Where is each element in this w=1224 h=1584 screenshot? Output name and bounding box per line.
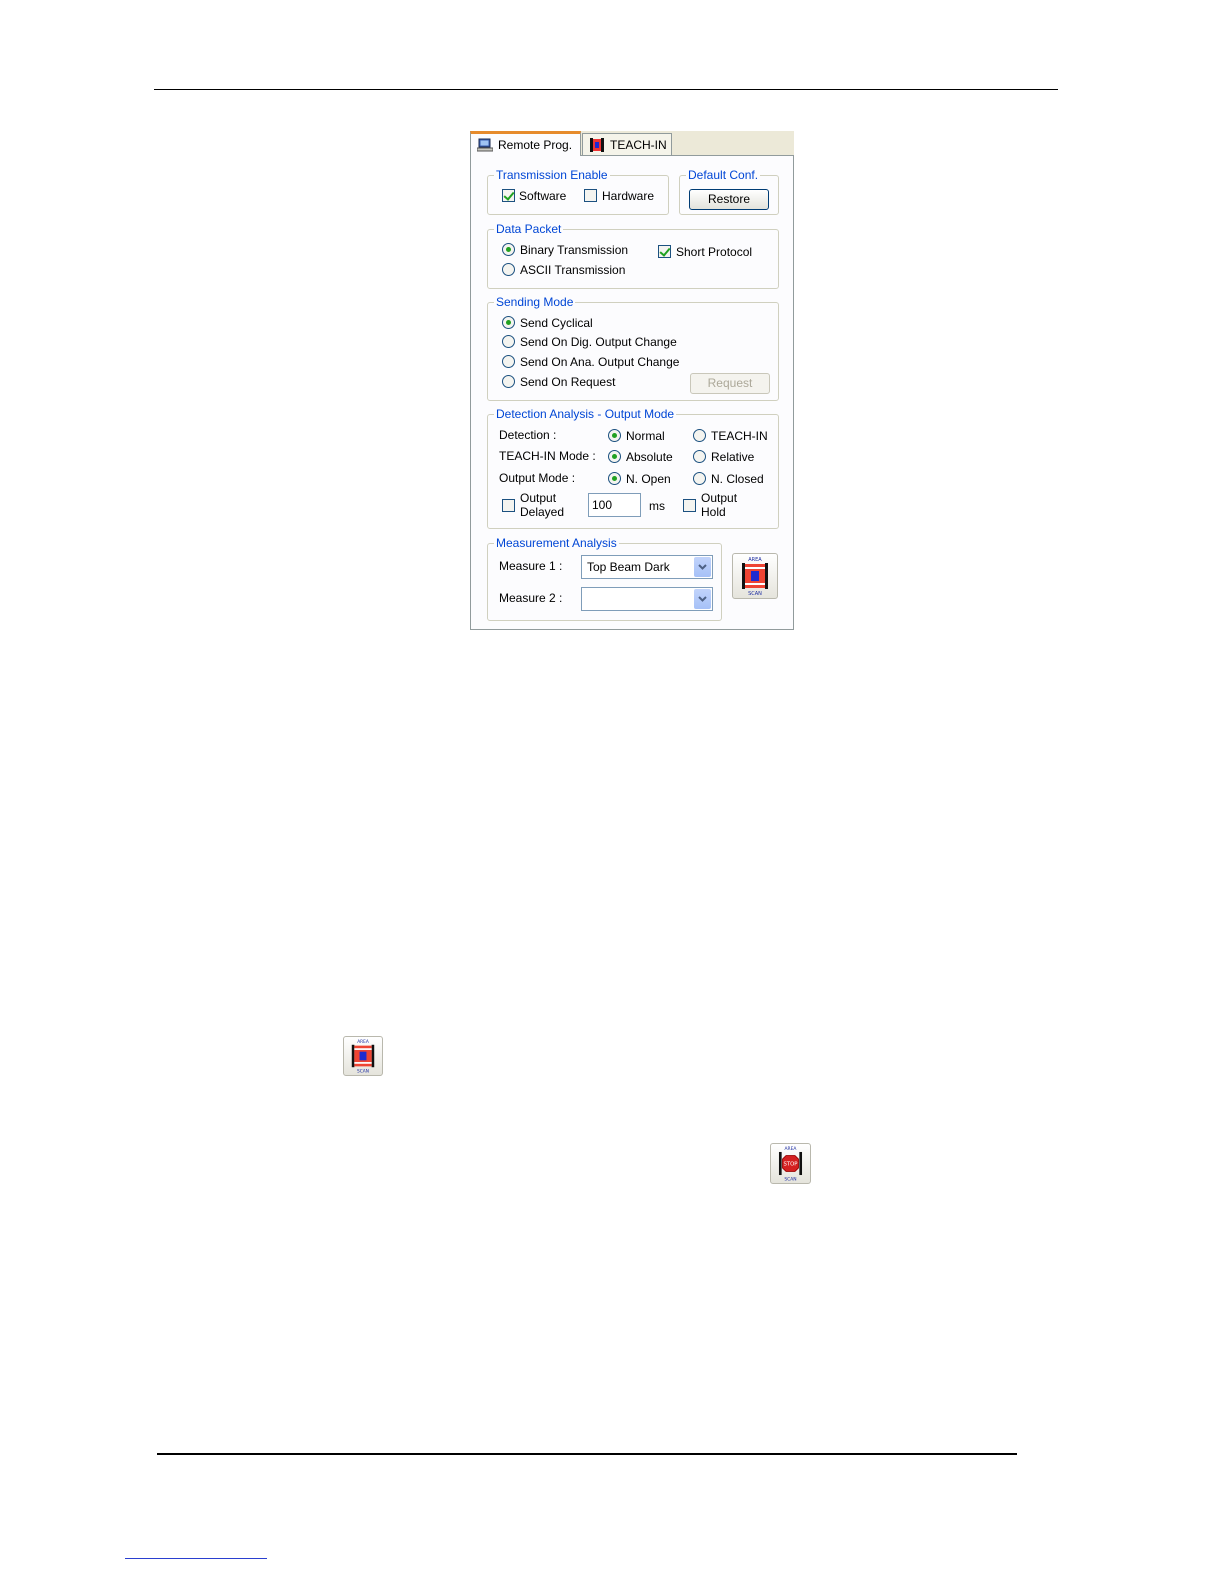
measure2-label: Measure 2 : bbox=[499, 591, 563, 605]
request-button[interactable]: Request bbox=[690, 373, 770, 394]
svg-text:SCAN: SCAN bbox=[784, 1176, 796, 1182]
detection-normal-radio[interactable] bbox=[608, 429, 621, 442]
output-closed-radio[interactable] bbox=[693, 472, 706, 485]
output-closed-label: N. Closed bbox=[711, 472, 764, 486]
send-dig-output-change-radio[interactable] bbox=[502, 335, 515, 348]
measure2-select[interactable] bbox=[581, 587, 713, 611]
svg-text:SCAN: SCAN bbox=[748, 591, 762, 597]
default-conf-title: Default Conf. bbox=[686, 167, 761, 183]
tab-remote-prog-label: Remote Prog. bbox=[498, 138, 573, 152]
measure1-value: Top Beam Dark bbox=[587, 560, 670, 574]
send-cyclical-radio[interactable] bbox=[502, 316, 515, 329]
output-hold-label-line2: Hold bbox=[701, 505, 726, 519]
measure1-label: Measure 1 : bbox=[499, 559, 563, 573]
binary-transmission-radio[interactable] bbox=[502, 243, 515, 256]
start-area-scan-button[interactable]: AREA SCAN bbox=[732, 553, 778, 599]
footer-rule bbox=[157, 1453, 1017, 1455]
detection-teachin-radio[interactable] bbox=[693, 429, 706, 442]
tab-teach-in[interactable]: TEACH-IN bbox=[582, 133, 672, 155]
output-open-label: N. Open bbox=[626, 472, 671, 486]
ascii-transmission-label: ASCII Transmission bbox=[520, 263, 626, 277]
teachin-absolute-label: Absolute bbox=[626, 450, 673, 464]
svg-text:AREA: AREA bbox=[357, 1039, 369, 1045]
hardware-checkbox[interactable] bbox=[584, 189, 597, 202]
transmission-enable-title: Transmission Enable bbox=[494, 167, 610, 183]
chevron-down-icon bbox=[694, 557, 711, 577]
measure1-select[interactable]: Top Beam Dark bbox=[581, 555, 713, 579]
tab-remote-prog[interactable]: Remote Prog. bbox=[470, 131, 581, 156]
default-conf-group: Default Conf. Restore bbox=[679, 167, 779, 215]
send-on-request-radio[interactable] bbox=[502, 375, 515, 388]
output-delayed-label-line1: Output bbox=[520, 491, 557, 505]
software-checkbox[interactable] bbox=[502, 189, 515, 202]
detection-teachin-label: TEACH-IN bbox=[711, 429, 768, 443]
transmission-enable-group: Transmission Enable Software Hardware bbox=[487, 167, 669, 215]
restore-button[interactable]: Restore bbox=[689, 189, 769, 210]
chevron-down-icon bbox=[694, 589, 711, 609]
hardware-label: Hardware bbox=[602, 189, 655, 203]
sending-mode-group: Sending Mode Send Cyclical Send On Dig. … bbox=[487, 294, 779, 401]
send-on-request-label: Send On Request bbox=[520, 375, 616, 389]
detection-label: Detection : bbox=[499, 428, 557, 442]
remote-prog-page: Transmission Enable Software Hardware De… bbox=[470, 155, 794, 630]
inline-area-scan-icon: AREA SCAN bbox=[343, 1036, 383, 1076]
tab-strip: Remote Prog. TEACH-IN bbox=[470, 131, 794, 156]
delay-input[interactable]: 100 bbox=[588, 493, 641, 517]
send-dig-output-change-label: Send On Dig. Output Change bbox=[520, 335, 677, 349]
inline-area-scan-stop-icon: AREA STOP SCAN bbox=[770, 1143, 811, 1184]
output-hold-label-line1: Output bbox=[701, 491, 738, 505]
svg-text:AREA: AREA bbox=[785, 1146, 797, 1152]
data-packet-group: Data Packet Binary Transmission ASCII Tr… bbox=[487, 221, 779, 289]
area-scan-icon: AREA SCAN bbox=[742, 557, 768, 597]
output-mode-label: Output Mode : bbox=[499, 471, 576, 485]
computer-icon bbox=[477, 138, 493, 152]
teachin-mode-label: TEACH-IN Mode : bbox=[499, 449, 596, 463]
sending-mode-title: Sending Mode bbox=[494, 294, 576, 310]
svg-text:AREA: AREA bbox=[748, 557, 762, 563]
send-ana-output-change-radio[interactable] bbox=[502, 355, 515, 368]
area-scan-icon: AREA SCAN bbox=[351, 1039, 375, 1074]
short-protocol-label: Short Protocol bbox=[676, 245, 753, 259]
short-protocol-checkbox[interactable] bbox=[658, 245, 671, 258]
tab-teach-in-label: TEACH-IN bbox=[610, 137, 667, 152]
output-delayed-checkbox[interactable] bbox=[502, 499, 515, 512]
svg-text:SCAN: SCAN bbox=[357, 1068, 369, 1074]
output-open-radio[interactable] bbox=[608, 472, 621, 485]
header-rule bbox=[154, 89, 1058, 90]
data-packet-title: Data Packet bbox=[494, 221, 564, 237]
teachin-absolute-radio[interactable] bbox=[608, 450, 621, 463]
detection-analysis-title: Detection Analysis - Output Mode bbox=[494, 406, 677, 422]
output-hold-checkbox[interactable] bbox=[683, 499, 696, 512]
detection-analysis-group: Detection Analysis - Output Mode Detecti… bbox=[487, 406, 779, 529]
measurement-analysis-title: Measurement Analysis bbox=[494, 535, 619, 551]
measurement-analysis-group: Measurement Analysis Measure 1 : Top Bea… bbox=[487, 535, 722, 621]
send-cyclical-label: Send Cyclical bbox=[520, 316, 593, 330]
binary-transmission-label: Binary Transmission bbox=[520, 243, 629, 257]
output-delayed-label-line2: Delayed bbox=[520, 505, 565, 519]
teachin-relative-radio[interactable] bbox=[693, 450, 706, 463]
detection-normal-label: Normal bbox=[626, 429, 665, 443]
svg-text:STOP: STOP bbox=[784, 1162, 799, 1168]
footnote-link-underline bbox=[125, 1558, 267, 1559]
send-ana-output-change-label: Send On Ana. Output Change bbox=[520, 355, 680, 369]
delay-unit-label: ms bbox=[649, 499, 665, 513]
area-scan-icon bbox=[590, 137, 604, 152]
teachin-relative-label: Relative bbox=[711, 450, 755, 464]
ascii-transmission-radio[interactable] bbox=[502, 263, 515, 276]
software-label: Software bbox=[519, 189, 567, 203]
remote-prog-dialog: Remote Prog. TEACH-IN Transmission Enabl… bbox=[470, 131, 794, 630]
area-scan-stop-icon: AREA STOP SCAN bbox=[778, 1146, 803, 1182]
